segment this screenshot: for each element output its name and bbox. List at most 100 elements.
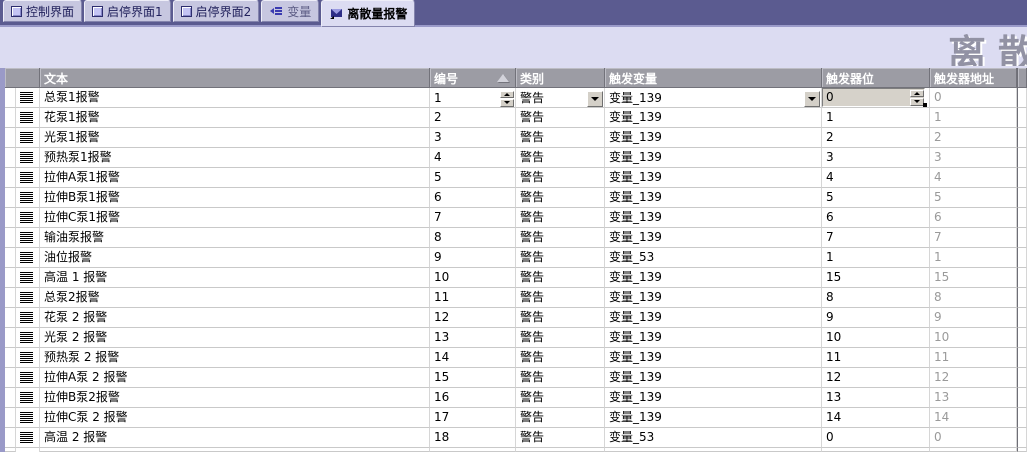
column-header-trigger-variable[interactable]: 触发变量 xyxy=(605,68,822,88)
table-row[interactable]: 拉伸B泵2报警 16 警告 变量_139 13 13 xyxy=(5,388,1027,408)
table-row[interactable]: 拉伸B泵1报警 6 警告 变量_139 5 5 xyxy=(5,188,1027,208)
trigger-variable-cell[interactable]: 变量_139 xyxy=(605,328,822,348)
alarm-text-cell[interactable]: 拉伸C泵 2 报警 xyxy=(40,408,430,428)
alarm-category-cell[interactable]: 警告 xyxy=(516,428,605,448)
trigger-bit-cell[interactable]: 8 xyxy=(822,288,930,308)
trigger-bit-cell[interactable]: 6 xyxy=(822,208,930,228)
table-row[interactable]: 光泵1报警 3 警告 变量_139 2 2 xyxy=(5,128,1027,148)
trigger-variable-cell[interactable]: 变量_139 xyxy=(605,388,822,408)
tab-startstop-screen-2[interactable]: 启停界面2 xyxy=(172,0,260,22)
row-selector[interactable] xyxy=(5,348,16,368)
alarm-text-cell[interactable]: 总泵2报警 xyxy=(40,288,430,308)
spinner-up-button[interactable] xyxy=(910,89,924,97)
trigger-variable-cell[interactable]: 变量_139 xyxy=(605,208,822,228)
alarm-category-cell[interactable]: 警告 xyxy=(516,388,605,408)
alarm-category-cell[interactable]: 警告 xyxy=(516,168,605,188)
alarm-text-cell[interactable]: 拉伸A泵1报警 xyxy=(40,168,430,188)
row-selector[interactable] xyxy=(5,428,16,448)
table-row[interactable]: 总泵1报警 1 警告 变量_139 0 0 xyxy=(5,88,1027,108)
row-selector[interactable] xyxy=(5,148,16,168)
row-selector[interactable] xyxy=(5,408,16,428)
alarm-text-cell[interactable]: 高温 2 报警 xyxy=(40,428,430,448)
alarm-category-cell[interactable]: 警告 xyxy=(516,108,605,128)
alarm-text-cell[interactable]: 拉伸A泵 2 报警 xyxy=(40,368,430,388)
alarm-number-cell[interactable]: 2 xyxy=(430,108,516,128)
alarm-number-cell[interactable]: 9 xyxy=(430,248,516,268)
alarm-number-cell[interactable]: 10 xyxy=(430,268,516,288)
trigger-bit-cell[interactable]: 0 xyxy=(822,88,930,108)
trigger-variable-cell[interactable]: 变量_139 xyxy=(605,228,822,248)
trigger-variable-cell[interactable]: 变量_139 xyxy=(605,408,822,428)
alarm-text-cell[interactable]: 拉伸C泵1报警 xyxy=(40,208,430,228)
trigger-bit-cell[interactable]: 10 xyxy=(822,328,930,348)
alarm-text-cell[interactable]: 输油泵报警 xyxy=(40,228,430,248)
table-row[interactable]: 花泵1报警 2 警告 变量_139 1 1 xyxy=(5,108,1027,128)
spinner-up-button[interactable] xyxy=(500,90,514,98)
row-selector[interactable] xyxy=(5,248,16,268)
spinner[interactable] xyxy=(500,90,514,107)
tab-startstop-screen-1[interactable]: 启停界面1 xyxy=(84,0,171,22)
alarm-text-cell[interactable]: 油位报警 xyxy=(40,248,430,268)
spinner-down-button[interactable] xyxy=(910,98,924,106)
trigger-bit-cell[interactable]: 5 xyxy=(822,188,930,208)
table-row[interactable]: 预热泵 2 报警 14 警告 变量_139 11 11 xyxy=(5,348,1027,368)
alarm-text-cell[interactable]: 高温 1 报警 xyxy=(40,268,430,288)
alarm-category-cell[interactable]: 警告 xyxy=(516,88,605,108)
table-row[interactable]: 拉伸C泵 2 报警 17 警告 变量_139 14 14 xyxy=(5,408,1027,428)
row-selector[interactable] xyxy=(5,368,16,388)
row-selector[interactable] xyxy=(5,188,16,208)
trigger-bit-cell[interactable]: 12 xyxy=(822,368,930,388)
alarm-number-cell[interactable]: 11 xyxy=(430,288,516,308)
table-row[interactable]: 高温 1 报警 10 警告 变量_139 15 15 xyxy=(5,268,1027,288)
trigger-variable-dropdown-button[interactable] xyxy=(804,90,820,107)
row-selector-header[interactable] xyxy=(5,68,40,88)
alarm-category-cell[interactable]: 警告 xyxy=(516,268,605,288)
alarm-category-cell[interactable]: 警告 xyxy=(516,348,605,368)
alarm-category-cell[interactable]: 警告 xyxy=(516,408,605,428)
alarm-category-cell[interactable]: 警告 xyxy=(516,328,605,348)
alarm-text-cell[interactable]: 拉伸B泵1报警 xyxy=(40,188,430,208)
tab-control-screen[interactable]: 控制界面 xyxy=(3,0,83,22)
trigger-bit-cell[interactable]: 14 xyxy=(822,408,930,428)
row-selector[interactable] xyxy=(5,308,16,328)
row-selector[interactable] xyxy=(5,108,16,128)
table-row[interactable]: 油位报警 9 警告 变量_53 1 1 xyxy=(5,248,1027,268)
trigger-variable-cell[interactable]: 变量_53 xyxy=(605,248,822,268)
alarm-category-cell[interactable]: 警告 xyxy=(516,208,605,228)
alarm-number-cell[interactable]: 17 xyxy=(430,408,516,428)
table-row[interactable]: 输油泵报警 8 警告 变量_139 7 7 xyxy=(5,228,1027,248)
tab-discrete-alarms[interactable]: 离散量报警 xyxy=(321,0,416,27)
alarm-text-cell[interactable]: 预热泵 2 报警 xyxy=(40,348,430,368)
trigger-bit-cell[interactable]: 15 xyxy=(822,268,930,288)
row-selector[interactable] xyxy=(5,128,16,148)
table-row[interactable]: 花泵 2 报警 12 警告 变量_139 9 9 xyxy=(5,308,1027,328)
table-row[interactable]: 拉伸A泵 2 报警 15 警告 变量_139 12 12 xyxy=(5,368,1027,388)
row-selector[interactable] xyxy=(5,328,16,348)
row-selector[interactable] xyxy=(5,268,16,288)
alarm-category-cell[interactable]: 警告 xyxy=(516,368,605,388)
trigger-variable-cell[interactable]: 变量_139 xyxy=(605,308,822,328)
row-selector[interactable] xyxy=(5,88,16,108)
tab-variables[interactable]: 变量 xyxy=(261,0,320,22)
column-header-trigger-address[interactable]: 触发器地址 xyxy=(930,68,1017,88)
alarm-category-cell[interactable]: 警告 xyxy=(516,128,605,148)
table-row[interactable]: 拉伸A泵1报警 5 警告 变量_139 4 4 xyxy=(5,168,1027,188)
alarm-number-cell[interactable]: 16 xyxy=(430,388,516,408)
alarm-text-cell[interactable]: 光泵1报警 xyxy=(40,128,430,148)
alarm-number-cell[interactable]: 13 xyxy=(430,328,516,348)
trigger-bit-cell[interactable]: 1 xyxy=(822,248,930,268)
trigger-variable-cell[interactable]: 变量_139 xyxy=(605,108,822,128)
alarm-category-cell[interactable]: 警告 xyxy=(516,248,605,268)
trigger-bit-cell[interactable]: 11 xyxy=(822,348,930,368)
alarm-number-cell[interactable]: 6 xyxy=(430,188,516,208)
alarm-text-cell[interactable]: 花泵1报警 xyxy=(40,108,430,128)
table-row[interactable]: 高温 2 报警 18 警告 变量_53 0 0 xyxy=(5,428,1027,448)
table-row[interactable]: 拉伸C泵1报警 7 警告 变量_139 6 6 xyxy=(5,208,1027,228)
alarm-number-cell[interactable]: 5 xyxy=(430,168,516,188)
row-selector[interactable] xyxy=(5,228,16,248)
alarm-number-cell[interactable]: 4 xyxy=(430,148,516,168)
trigger-bit-cell[interactable]: 1 xyxy=(822,108,930,128)
trigger-bit-cell[interactable]: 7 xyxy=(822,228,930,248)
trigger-variable-cell[interactable]: 变量_139 xyxy=(605,288,822,308)
alarm-number-cell[interactable]: 8 xyxy=(430,228,516,248)
